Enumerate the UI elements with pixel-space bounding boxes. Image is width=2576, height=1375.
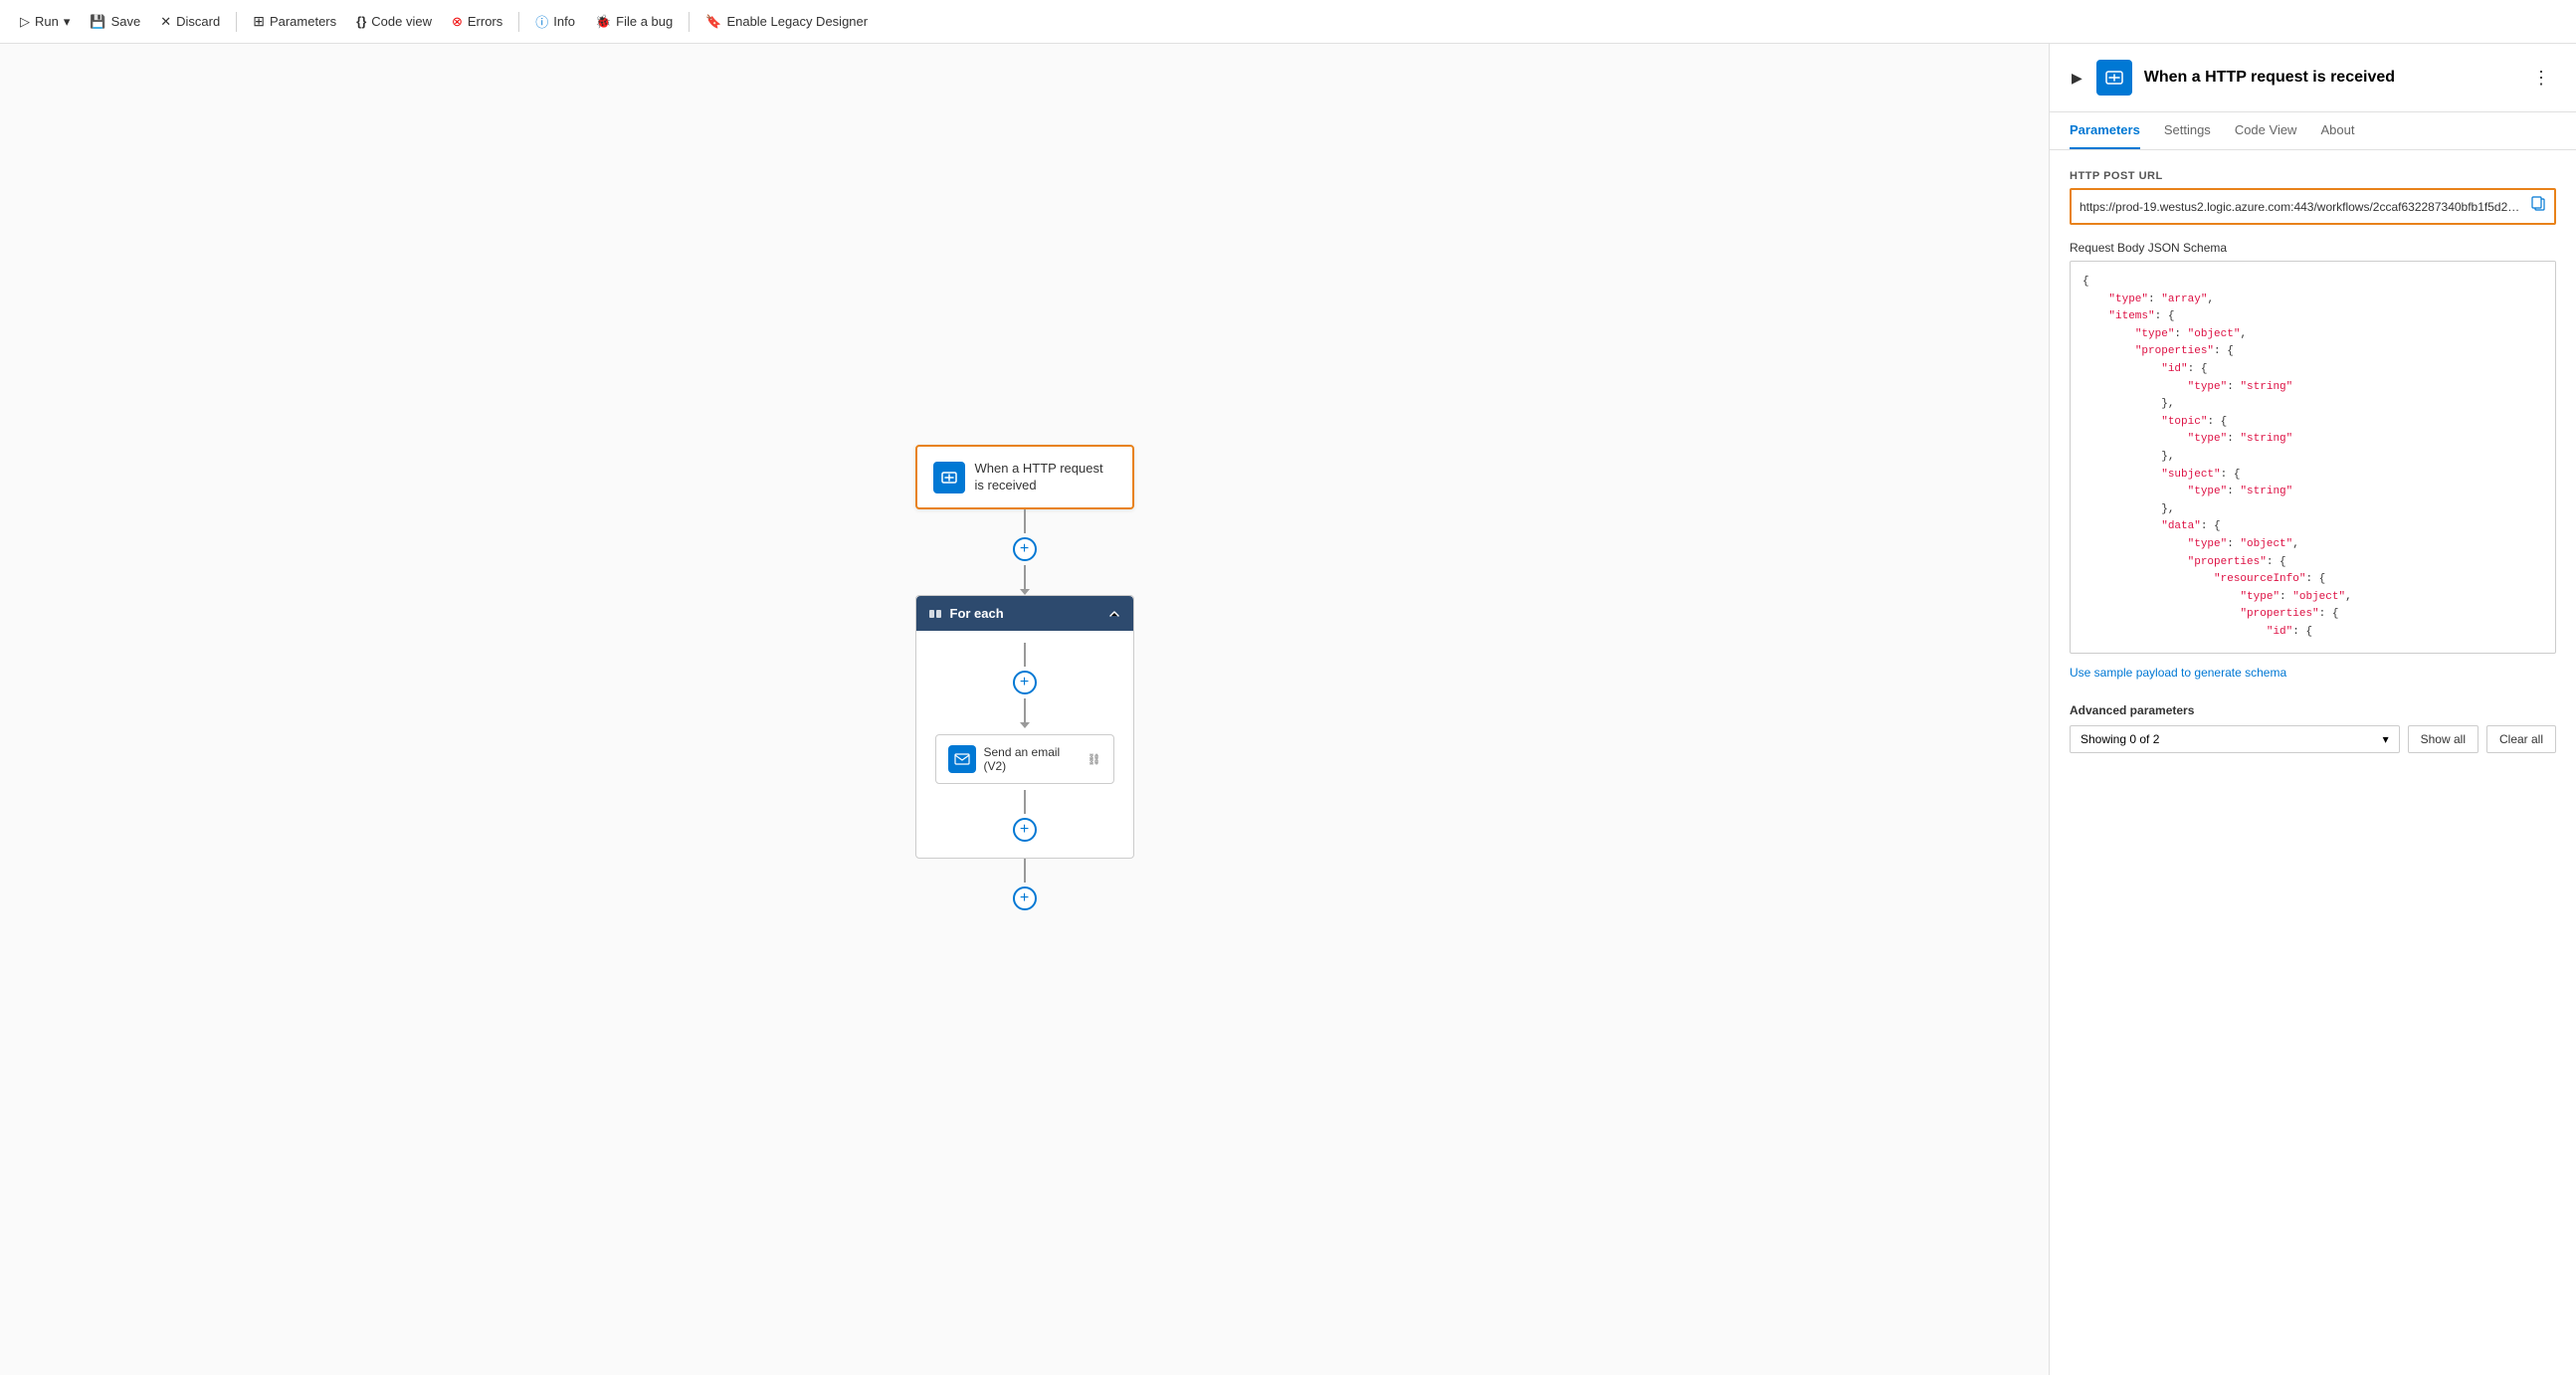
errors-button[interactable]: ⊗ Errors — [444, 10, 510, 34]
parameters-button[interactable]: ⊞ Parameters — [245, 9, 344, 34]
panel-expand-button[interactable]: ▶ — [2070, 68, 2084, 89]
legacy-icon: 🔖 — [705, 14, 721, 30]
run-button[interactable]: Run ▾ — [12, 10, 78, 34]
showing-row: Showing 0 of 2 Show all Clear all — [2070, 725, 2556, 753]
info-label: Info — [553, 14, 575, 29]
parameters-label: Parameters — [270, 14, 336, 29]
add-step-btn-1[interactable]: + — [1013, 537, 1037, 561]
link-icon: ⛓ — [1088, 753, 1101, 766]
main-area: When a HTTP request is received + — [0, 44, 2576, 1375]
divider-1 — [236, 12, 237, 32]
run-icon — [20, 14, 30, 30]
inner-line-1 — [1024, 643, 1026, 667]
schema-link[interactable]: Use sample payload to generate schema — [2070, 666, 2556, 680]
connector-line-2 — [1024, 565, 1026, 589]
advanced-section: Advanced parameters Showing 0 of 2 Show … — [2070, 703, 2556, 753]
canvas: When a HTTP request is received + — [0, 44, 2049, 1375]
save-label: Save — [111, 14, 141, 29]
panel-title: When a HTTP request is received — [2144, 69, 2514, 87]
save-button[interactable]: 💾 Save — [82, 10, 148, 34]
inner-line-2 — [1024, 698, 1026, 722]
foreach-icon — [928, 607, 942, 621]
legacy-label: Enable Legacy Designer — [726, 14, 868, 29]
add-step-btn-bottom[interactable]: + — [1013, 818, 1037, 842]
code-view-icon: {} — [356, 14, 366, 29]
panel-tabs: Parameters Settings Code View About — [2050, 112, 2576, 150]
inner-bottom-line — [1024, 790, 1026, 814]
json-schema-label: Request Body JSON Schema — [2070, 241, 2556, 255]
bug-icon: 🐞 — [595, 14, 611, 30]
code-view-label: Code view — [371, 14, 432, 29]
url-text: https://prod-19.westus2.logic.azure.com:… — [2080, 200, 2524, 214]
foreach-container: For each + — [915, 595, 1134, 859]
http-trigger-node[interactable]: When a HTTP request is received — [915, 445, 1134, 510]
add-step-btn-inner[interactable]: + — [1013, 671, 1037, 694]
showing-text: Showing 0 of 2 — [2081, 732, 2159, 746]
email-icon — [948, 745, 976, 773]
run-chevron: ▾ — [64, 14, 71, 30]
tab-parameters[interactable]: Parameters — [2070, 112, 2140, 149]
email-title: Send an email (V2) — [984, 745, 1080, 773]
file-bug-button[interactable]: 🐞 File a bug — [587, 10, 681, 34]
errors-icon: ⊗ — [452, 14, 463, 30]
add-step-btn-final[interactable]: + — [1013, 886, 1037, 910]
right-panel: ▶ When a HTTP request is received ⋮ Para… — [2049, 44, 2576, 1375]
tab-about[interactable]: About — [2320, 112, 2354, 149]
connector-bottom: + — [1013, 859, 1037, 914]
connector-line-1 — [1024, 509, 1026, 533]
show-all-button[interactable]: Show all — [2408, 725, 2478, 753]
tab-code-view[interactable]: Code View — [2235, 112, 2297, 149]
bottom-line — [1024, 859, 1026, 883]
http-post-url-label: HTTP POST URL — [2070, 170, 2556, 182]
info-button[interactable]: ⓘ Info — [527, 8, 583, 35]
http-trigger-icon — [933, 462, 965, 493]
copy-url-button[interactable] — [2530, 196, 2546, 217]
errors-label: Errors — [468, 14, 502, 29]
info-icon: ⓘ — [535, 12, 548, 31]
foreach-title: For each — [950, 606, 1004, 621]
tab-settings[interactable]: Settings — [2164, 112, 2211, 149]
dropdown-chevron-icon — [2383, 732, 2389, 746]
foreach-body: + Send an email (V2) ⛓ — [916, 631, 1133, 858]
discard-icon: ✕ — [160, 14, 171, 30]
legacy-designer-button[interactable]: 🔖 Enable Legacy Designer — [697, 10, 876, 34]
run-label: Run — [35, 14, 59, 29]
panel-header: ▶ When a HTTP request is received ⋮ — [2050, 44, 2576, 112]
panel-body: HTTP POST URL https://prod-19.westus2.lo… — [2050, 150, 2576, 1375]
flow-container: When a HTTP request is received + — [915, 445, 1134, 915]
file-bug-label: File a bug — [616, 14, 673, 29]
foreach-header[interactable]: For each — [916, 596, 1133, 631]
toolbar: Run ▾ 💾 Save ✕ Discard ⊞ Parameters {} C… — [0, 0, 2576, 44]
url-field: https://prod-19.westus2.logic.azure.com:… — [2070, 188, 2556, 225]
discard-label: Discard — [176, 14, 220, 29]
clear-all-button[interactable]: Clear all — [2486, 725, 2556, 753]
email-node[interactable]: Send an email (V2) ⛓ — [935, 734, 1114, 784]
foreach-collapse-icon[interactable] — [1107, 607, 1121, 621]
showing-dropdown[interactable]: Showing 0 of 2 — [2070, 725, 2400, 753]
http-trigger-title: When a HTTP request is received — [975, 461, 1103, 494]
discard-button[interactable]: ✕ Discard — [152, 10, 228, 34]
divider-3 — [689, 12, 690, 32]
panel-icon — [2096, 60, 2132, 96]
divider-2 — [518, 12, 519, 32]
connector-inner-1: + — [1013, 643, 1037, 728]
connector-arrow-1 — [1020, 589, 1030, 595]
advanced-label: Advanced parameters — [2070, 703, 2556, 717]
connector-1: + — [1013, 509, 1037, 595]
code-view-button[interactable]: {} Code view — [348, 10, 440, 33]
panel-more-button[interactable]: ⋮ — [2526, 66, 2556, 91]
connector-inner-bottom: + — [1013, 790, 1037, 846]
parameters-icon: ⊞ — [253, 13, 265, 30]
foreach-header-left: For each — [928, 606, 1004, 621]
inner-arrow — [1020, 722, 1030, 728]
save-icon: 💾 — [90, 14, 105, 30]
json-editor[interactable]: { "type": "array", "items": { "type": "o… — [2070, 261, 2556, 654]
